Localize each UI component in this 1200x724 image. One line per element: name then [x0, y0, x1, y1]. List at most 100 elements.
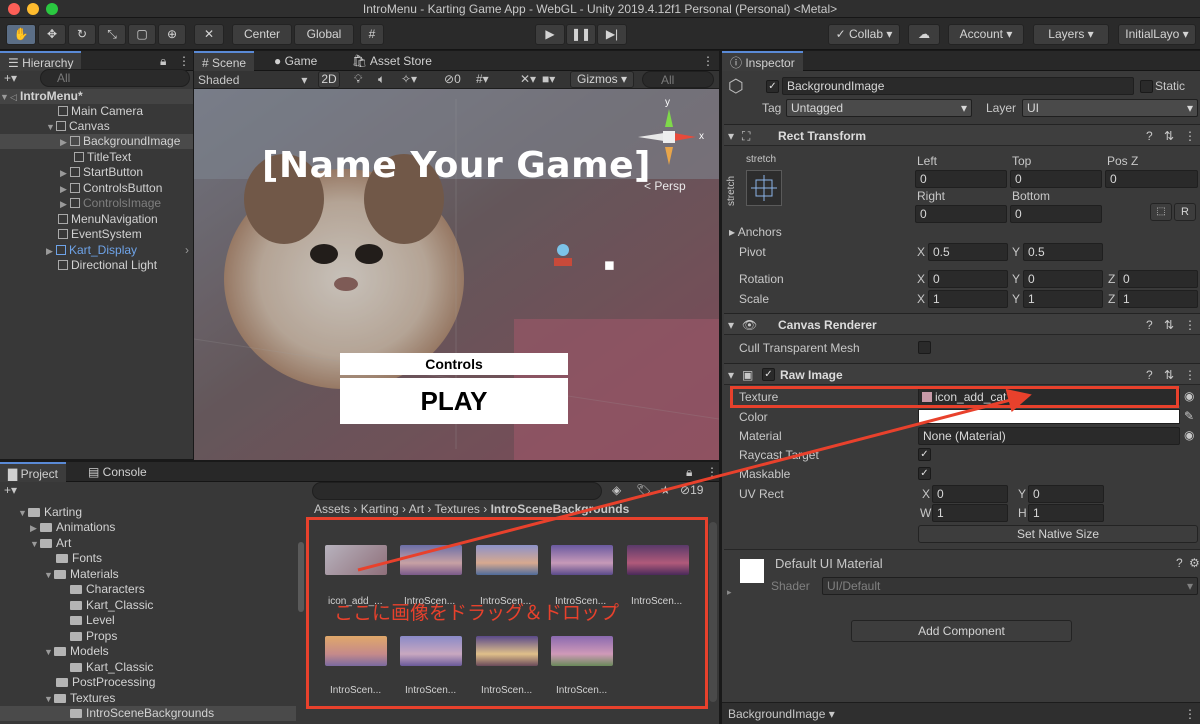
hierarchy-item-startbutton[interactable]: ▶ StartButton	[60, 165, 143, 180]
effects-icon[interactable]: ✧▾	[401, 72, 417, 86]
favorite-icon[interactable]: ★	[660, 483, 671, 497]
collapse-arrow-icon[interactable]: ▾	[728, 318, 734, 332]
active-checkbox[interactable]: ✓	[766, 80, 779, 93]
object-picker-icon[interactable]: ◉	[1184, 428, 1194, 442]
uv-y-field[interactable]: 0	[1028, 485, 1104, 503]
tag-dropdown[interactable]: Untagged ▾	[786, 99, 972, 117]
pivot-global-toggle[interactable]: Global	[294, 24, 354, 45]
help-icon[interactable]: ?	[1146, 368, 1153, 382]
anchors-foldout[interactable]: ▸ Anchors	[729, 225, 782, 239]
breadcrumb-karting[interactable]: Karting	[361, 502, 399, 516]
kart-gizmo-icon[interactable]	[552, 242, 574, 272]
more-icon[interactable]: ⋮	[1184, 707, 1196, 721]
folder-characters[interactable]: Characters	[70, 582, 145, 597]
raw-edit-button[interactable]: R	[1174, 203, 1196, 221]
folder-props[interactable]: Props	[70, 629, 117, 644]
grid-icon[interactable]: #▾	[476, 72, 489, 86]
layout-dropdown[interactable]: InitialLayo ▾	[1118, 24, 1196, 45]
material-field[interactable]: None (Material)	[918, 427, 1180, 445]
hierarchy-item-backgroundimage[interactable]: ▶ BackgroundImage	[0, 134, 193, 149]
gizmos-dropdown[interactable]: Gizmos ▾	[570, 71, 634, 88]
raw-image-enabled-checkbox[interactable]: ✓	[762, 368, 775, 381]
presets-icon[interactable]: ⇅	[1164, 129, 1174, 143]
more-icon[interactable]: ⋮	[706, 465, 718, 479]
pause-button[interactable]: ❚❚	[566, 24, 596, 45]
scale-x-field[interactable]: 1	[928, 290, 1008, 308]
hierarchy-item-menunavigation[interactable]: MenuNavigation	[58, 212, 158, 227]
tab-asset-store[interactable]: 🛍︎ Asset Store	[344, 51, 440, 71]
pivot-center-toggle[interactable]: Center	[232, 24, 292, 45]
component-menu-icon[interactable]: ⋮	[1184, 129, 1196, 143]
tree-scrollbar[interactable]	[298, 542, 304, 612]
folder-materials[interactable]: ▼ Materials	[44, 567, 119, 582]
add-component-button[interactable]: Add Component	[851, 620, 1072, 642]
bottom-field[interactable]: 0	[1010, 205, 1102, 223]
scene-search-input[interactable]: All	[642, 71, 714, 88]
breadcrumb-textures[interactable]: Textures	[435, 502, 480, 516]
scale-tool-icon[interactable]: ⤡	[98, 24, 126, 45]
hierarchy-item-main-camera[interactable]: Main Camera	[58, 104, 143, 119]
eyedropper-icon[interactable]: ✎	[1184, 409, 1194, 423]
raw-image-header[interactable]: ▾ ▣ ✓ Raw Image ? ⇅ ⋮	[724, 363, 1200, 385]
filter-type-icon[interactable]: ◈	[612, 483, 621, 497]
maskable-checkbox[interactable]: ✓	[918, 467, 931, 480]
2d-toggle[interactable]: 2D	[318, 71, 340, 88]
set-native-size-button[interactable]: Set Native Size	[918, 525, 1198, 543]
footer-object-dropdown[interactable]: BackgroundImage ▾	[728, 707, 835, 721]
hierarchy-item-directional-light[interactable]: Directional Light	[58, 258, 157, 273]
blueprint-mode-button[interactable]: ⬚	[1150, 203, 1172, 221]
lock-icon[interactable]: 🔒︎	[160, 54, 166, 69]
persp-label[interactable]: < Persp	[644, 179, 686, 193]
rotation-z-field[interactable]: 0	[1118, 270, 1198, 288]
folder-art[interactable]: ▼ Art	[30, 536, 71, 551]
material-foldout-icon[interactable]: ▸	[727, 587, 732, 598]
left-field[interactable]: 0	[915, 170, 1007, 188]
step-button[interactable]: ▶|	[597, 24, 627, 45]
folder-postprocessing[interactable]: PostProcessing	[56, 675, 155, 690]
custom-tool-icon[interactable]: ✕	[194, 24, 224, 45]
folder-models-kart-classic[interactable]: Kart_Classic	[70, 660, 153, 675]
folder-models[interactable]: ▼ Models	[44, 644, 109, 659]
hidden-packages-toggle[interactable]: ⊘19	[680, 483, 703, 497]
settings-gear-icon[interactable]: ⚙	[1189, 556, 1200, 570]
folder-introscenebackgrounds[interactable]: IntroSceneBackgrounds	[0, 706, 296, 721]
rect-transform-header[interactable]: ▾ ⛶ Rect Transform ? ⇅ ⋮	[724, 124, 1200, 146]
posz-field[interactable]: 0	[1105, 170, 1198, 188]
hierarchy-item-titletext[interactable]: TitleText	[74, 150, 131, 165]
collapse-arrow-icon[interactable]: ▾	[728, 129, 734, 143]
hierarchy-item-controlsbutton[interactable]: ▶ ControlsButton	[60, 181, 162, 196]
hierarchy-item-eventsystem[interactable]: EventSystem	[58, 227, 142, 242]
project-search-input[interactable]	[312, 482, 602, 500]
camera-icon[interactable]: ■▾	[542, 72, 555, 86]
rotation-y-field[interactable]: 0	[1023, 270, 1103, 288]
cloud-icon[interactable]: ☁	[908, 24, 940, 45]
uv-h-field[interactable]: 1	[1028, 504, 1104, 522]
tab-game[interactable]: ● Game	[266, 51, 325, 71]
right-field[interactable]: 0	[915, 205, 1007, 223]
scene-viewport[interactable]: [Name Your Game] Controls PLAY ◼︎ y x < …	[194, 89, 719, 460]
grid-snap-icon[interactable]: #	[360, 24, 384, 45]
folder-textures[interactable]: ▼ Textures	[44, 691, 115, 706]
anchor-presets-button[interactable]	[746, 170, 782, 206]
object-picker-icon[interactable]: ◉	[1184, 389, 1194, 403]
cull-mesh-checkbox[interactable]	[918, 341, 931, 354]
folder-karting[interactable]: ▼ Karting	[18, 505, 82, 520]
camera-gizmo-icon[interactable]: ◼︎	[604, 257, 615, 273]
scale-y-field[interactable]: 1	[1023, 290, 1103, 308]
scale-z-field[interactable]: 1	[1118, 290, 1198, 308]
help-icon[interactable]: ?	[1176, 556, 1183, 570]
help-icon[interactable]: ?	[1146, 318, 1153, 332]
breadcrumb-assets[interactable]: Assets	[314, 502, 350, 516]
component-menu-icon[interactable]: ⋮	[1184, 368, 1196, 382]
layer-dropdown[interactable]: UI ▾	[1022, 99, 1198, 117]
orientation-gizmo[interactable]: y x	[634, 97, 704, 177]
help-icon[interactable]: ?	[1146, 129, 1153, 143]
shading-dropdown[interactable]: Shaded ▾	[198, 73, 307, 87]
canvas-renderer-header[interactable]: ▾ 👁︎ Canvas Renderer ? ⇅ ⋮	[724, 313, 1200, 335]
folder-fonts[interactable]: Fonts	[56, 551, 102, 566]
play-button[interactable]: ▶	[535, 24, 565, 45]
chevron-right-icon[interactable]: ›	[185, 243, 189, 258]
controls-button[interactable]: Controls	[340, 353, 568, 375]
folder-level[interactable]: Level	[70, 613, 115, 628]
create-plus-icon[interactable]: +▾	[4, 71, 17, 85]
